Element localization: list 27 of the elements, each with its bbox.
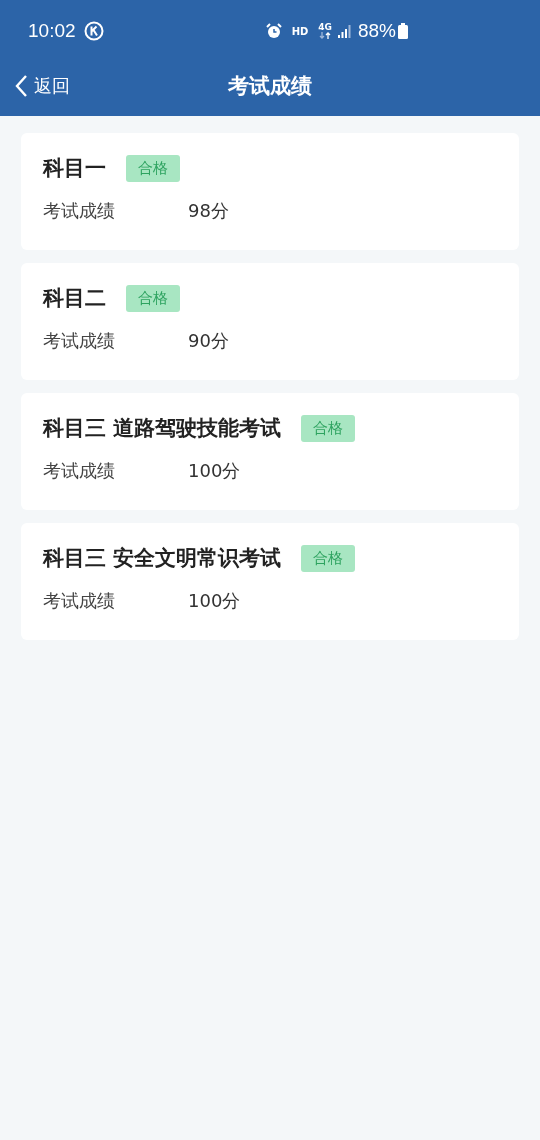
score-label: 考试成绩 bbox=[43, 199, 116, 223]
pass-badge: 合格 bbox=[301, 544, 356, 572]
subject-title: 科目二 bbox=[43, 285, 106, 312]
page-title: 考试成绩 bbox=[228, 73, 312, 100]
subject-title: 科目三 道路驾驶技能考试 bbox=[43, 415, 282, 442]
network-indicator: 4G bbox=[318, 23, 332, 39]
score-value: 100分 bbox=[188, 459, 241, 483]
k-circle-icon bbox=[83, 21, 104, 41]
pass-badge: 合格 bbox=[126, 154, 180, 182]
status-time: 10:02 bbox=[28, 20, 76, 42]
subject-title: 科目三 安全文明常识考试 bbox=[43, 545, 282, 572]
back-button[interactable]: 返回 bbox=[14, 74, 70, 98]
score-value: 100分 bbox=[188, 589, 241, 613]
score-label: 考试成绩 bbox=[43, 329, 116, 353]
alarm-icon bbox=[265, 23, 282, 39]
back-chevron-icon bbox=[14, 74, 28, 98]
score-value: 90分 bbox=[188, 329, 229, 353]
pass-badge: 合格 bbox=[301, 414, 356, 442]
subject-title: 科目一 bbox=[43, 155, 106, 182]
pass-badge: 合格 bbox=[126, 284, 180, 312]
score-label: 考试成绩 bbox=[43, 459, 116, 483]
signal-icon bbox=[337, 24, 352, 38]
score-value: 98分 bbox=[188, 199, 229, 223]
hd-indicator: HD bbox=[291, 25, 309, 37]
battery-icon bbox=[398, 23, 408, 39]
score-label: 考试成绩 bbox=[43, 589, 116, 613]
battery-percent: 88% bbox=[357, 20, 396, 42]
